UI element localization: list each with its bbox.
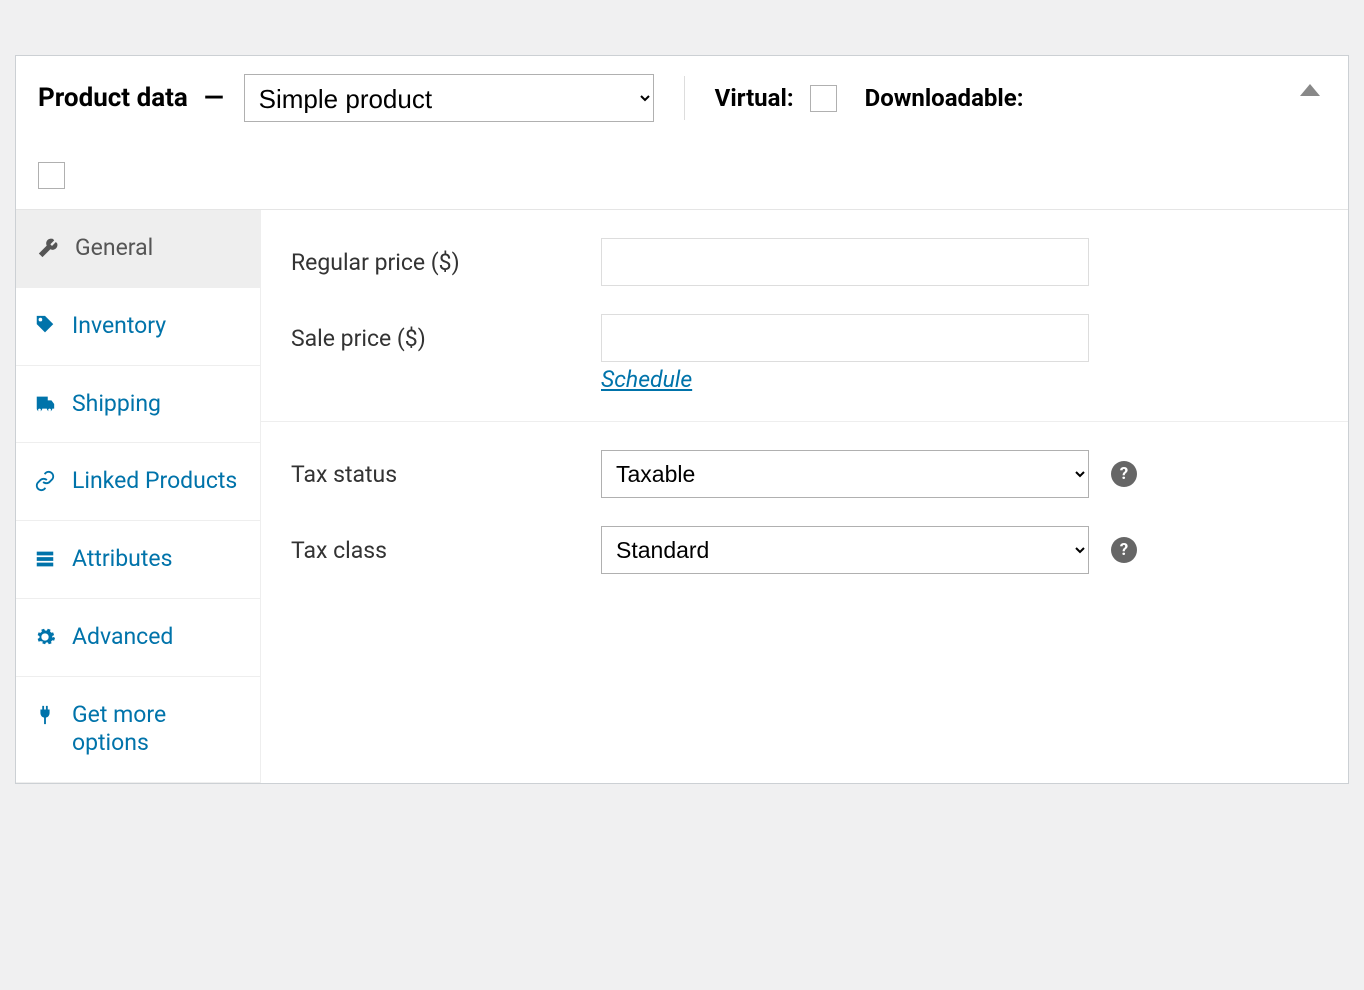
tax-status-row: Tax status Taxable ? [291, 450, 1318, 498]
tax-status-help-icon[interactable]: ? [1111, 461, 1137, 487]
regular-price-input[interactable] [601, 238, 1089, 286]
tax-class-label: Tax class [291, 537, 601, 564]
sale-price-label: Sale price ($) [291, 325, 601, 352]
tax-status-label: Tax status [291, 461, 601, 488]
tax-class-select[interactable]: Standard [601, 526, 1089, 574]
tab-get-more-options[interactable]: Get more options [16, 677, 260, 784]
panel-header: Product data — Simple product Virtual: D… [16, 56, 1348, 210]
tag-icon [34, 315, 56, 337]
regular-price-row: Regular price ($) [291, 238, 1318, 286]
product-data-panel: Product data — Simple product Virtual: D… [15, 55, 1349, 784]
tab-label: Advanced [72, 623, 173, 652]
tab-label: Shipping [72, 390, 161, 419]
panel-title: Product data [38, 83, 188, 113]
downloadable-label: Downloadable: [865, 84, 1024, 112]
sale-price-input[interactable] [601, 314, 1089, 362]
schedule-link[interactable]: Schedule [601, 366, 692, 393]
schedule-link-wrap: Schedule [601, 366, 1318, 393]
truck-icon [34, 393, 56, 415]
product-type-select[interactable]: Simple product [244, 74, 654, 122]
sale-price-row: Sale price ($) [291, 314, 1318, 362]
tax-class-row: Tax class Standard ? [291, 526, 1318, 574]
virtual-label: Virtual: [715, 84, 794, 112]
tab-label: Inventory [72, 312, 166, 341]
tab-inventory[interactable]: Inventory [16, 288, 260, 366]
tab-label: Linked Products [72, 467, 237, 496]
link-icon [34, 470, 56, 492]
gear-icon [34, 626, 56, 648]
regular-price-label: Regular price ($) [291, 249, 601, 276]
content-area: Regular price ($) Sale price ($) Schedul… [261, 210, 1348, 783]
tab-label: Get more options [72, 701, 242, 759]
tab-attributes[interactable]: Attributes [16, 521, 260, 599]
vertical-separator [684, 76, 685, 120]
collapse-caret-icon[interactable] [1300, 84, 1320, 96]
tax-status-select[interactable]: Taxable [601, 450, 1089, 498]
tabs-list: General Inventory Shipping Linked Produc… [16, 210, 261, 783]
tab-label: Attributes [72, 545, 172, 574]
tab-label: General [75, 234, 153, 263]
plug-icon [34, 704, 56, 726]
downloadable-checkbox[interactable] [38, 162, 65, 189]
virtual-checkbox[interactable] [810, 85, 837, 112]
tax-section: Tax status Taxable ? Tax class Standard [261, 421, 1348, 602]
panel-body: General Inventory Shipping Linked Produc… [16, 210, 1348, 783]
list-icon [34, 548, 56, 570]
tab-advanced[interactable]: Advanced [16, 599, 260, 677]
tab-general[interactable]: General [16, 210, 260, 288]
wrench-icon [37, 237, 59, 259]
title-dash: — [204, 83, 224, 113]
tab-shipping[interactable]: Shipping [16, 366, 260, 444]
tab-linked-products[interactable]: Linked Products [16, 443, 260, 521]
top-spacer [15, 15, 1349, 25]
tax-class-help-icon[interactable]: ? [1111, 537, 1137, 563]
pricing-section: Regular price ($) Sale price ($) Schedul… [261, 210, 1348, 421]
